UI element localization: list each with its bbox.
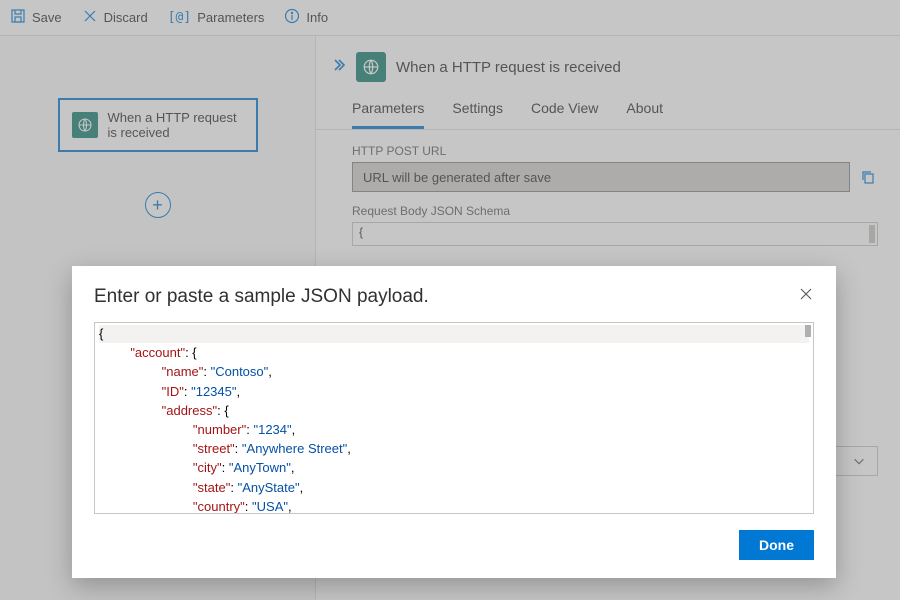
sample-json-dialog: Enter or paste a sample JSON payload. { … [72,266,836,578]
scrollbar-thumb[interactable] [805,325,811,337]
dialog-close-button[interactable] [798,286,816,304]
json-payload-textarea[interactable]: { "account": { "name": "Contoso", "ID": … [94,322,814,514]
done-button[interactable]: Done [739,530,814,560]
dialog-title: Enter or paste a sample JSON payload. [94,286,814,308]
